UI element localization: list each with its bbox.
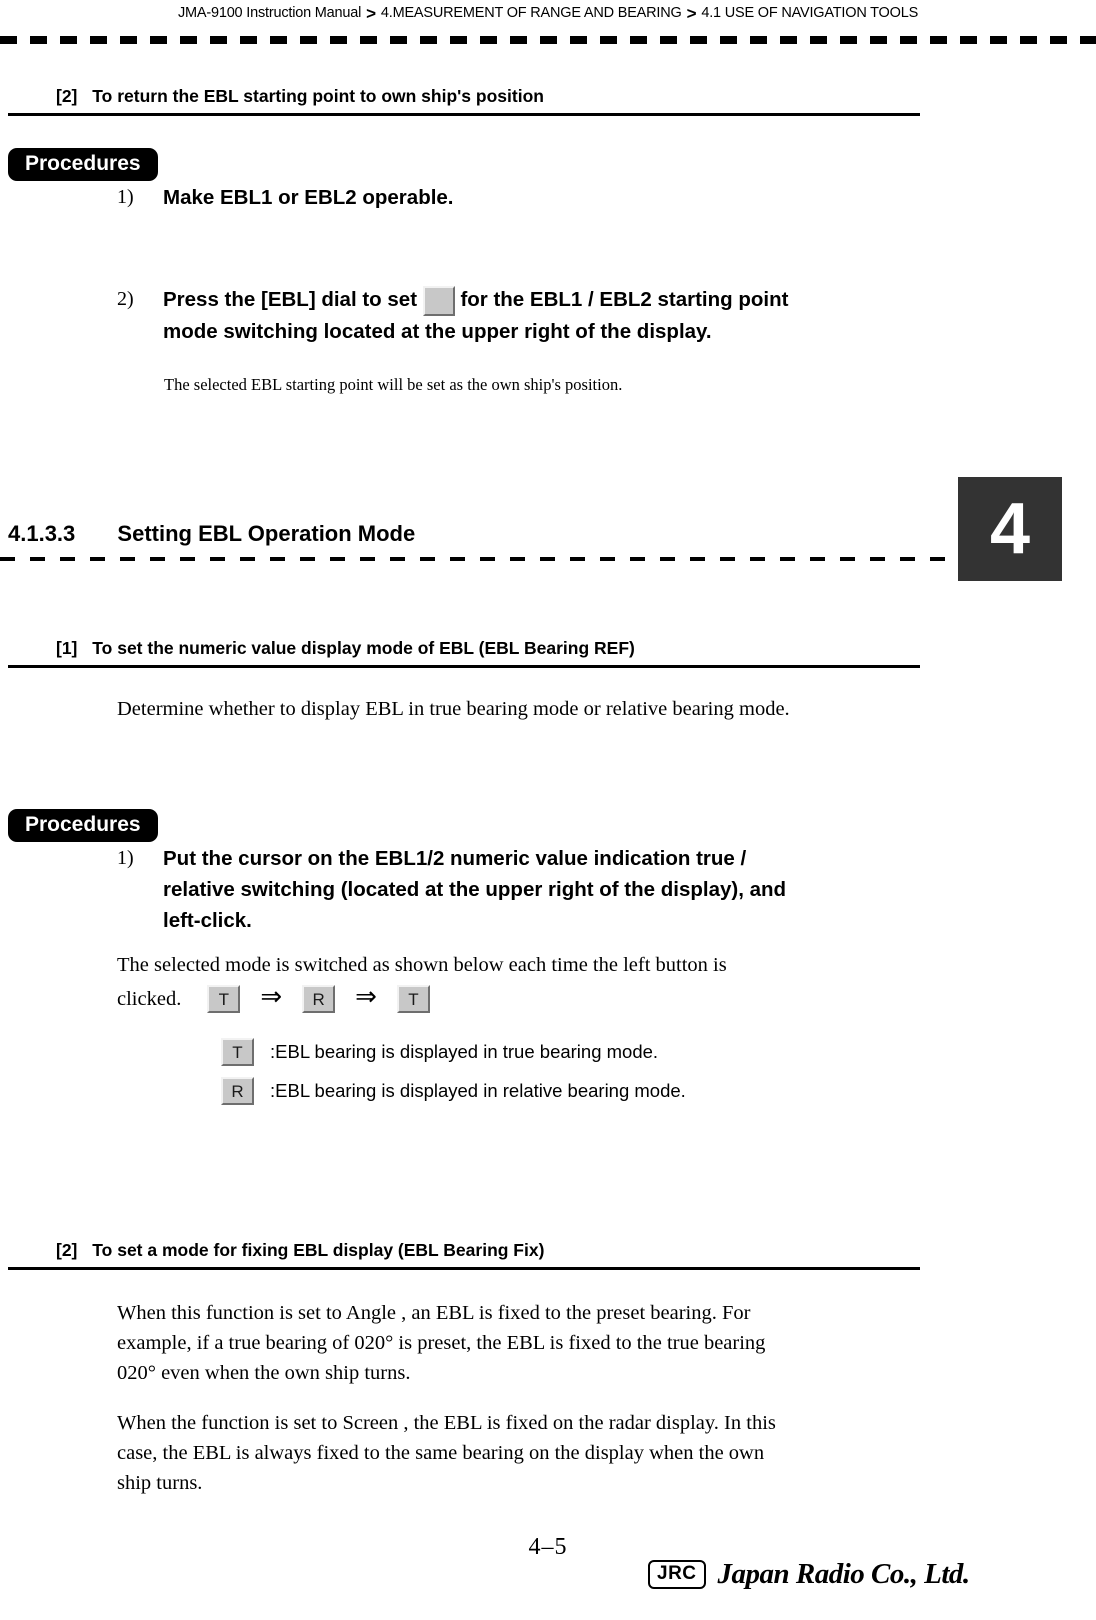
section-heading-title: Setting EBL Operation Mode xyxy=(117,521,416,546)
header-chapter-title: 4.MEASUREMENT OF RANGE AND BEARING xyxy=(380,5,682,21)
jrc-logo-mark: JRC xyxy=(648,1560,706,1589)
paragraph-angle-mode-line1: When this function is set to Angle , an … xyxy=(117,1302,751,1324)
heading-block1-text: To return the EBL starting point to own … xyxy=(92,86,544,106)
heading-block2-number: [1] xyxy=(56,638,78,658)
paragraph-angle-mode-line3: 020° even when the own ship turns. xyxy=(117,1362,411,1384)
header-separator-2: > xyxy=(686,4,697,23)
step-1-block1-text: Make EBL1 or EBL2 operable. xyxy=(163,186,454,209)
step-2-block1-number: 2) xyxy=(117,288,134,310)
section-heading-dashed-rule xyxy=(0,557,950,561)
header-dashed-rule xyxy=(0,36,1096,44)
heading-block3-number: [2] xyxy=(56,1240,78,1260)
legend-relative-button-icon: R xyxy=(221,1077,254,1105)
footer-logo: JRC Japan Radio Co., Ltd. xyxy=(648,1558,970,1591)
legend-row-relative: R :EBL bearing is displayed in relative … xyxy=(221,1077,686,1105)
paragraph-angle-mode: When this function is set to Angle , an … xyxy=(117,1298,937,1388)
heading-block1: [2] To return the EBL starting point to … xyxy=(56,86,544,107)
step-2-block1: 2) Press the [EBL] dial to set for the E… xyxy=(117,284,937,347)
legend-relative-text: :EBL bearing is displayed in relative be… xyxy=(270,1080,686,1101)
explanation-block2-line2: clicked. xyxy=(117,988,182,1010)
heading-block3: [2] To set a mode for fixing EBL display… xyxy=(56,1240,544,1261)
jrc-company-name: Japan Radio Co., Ltd. xyxy=(717,1558,971,1590)
double-arrow-right-icon-2: ⇒ xyxy=(355,982,377,1011)
heading-block3-text: To set a mode for fixing EBL display (EB… xyxy=(92,1240,545,1260)
step-2-text-line2: mode switching located at the upper righ… xyxy=(163,319,712,343)
paragraph-screen-mode: When the function is set to Screen , the… xyxy=(117,1408,947,1498)
mode-switch-sequence: clicked. T ⇒ R ⇒ T xyxy=(117,984,430,1014)
paragraph-screen-mode-line3: ship turns. xyxy=(117,1472,203,1494)
step-1-block2: 1) Put the cursor on the EBL1/2 numeric … xyxy=(117,843,927,936)
step-1-block2-line1: Put the cursor on the EBL1/2 numeric val… xyxy=(163,847,747,870)
paragraph-screen-mode-line1: When the function is set to Screen , the… xyxy=(117,1412,776,1434)
explanation-block2-line1: The selected mode is switched as shown b… xyxy=(117,954,727,976)
heading-block2-rule xyxy=(8,665,920,668)
step-1-block2-number: 1) xyxy=(117,847,134,869)
step-2-text-before: Press the [EBL] dial to set xyxy=(163,288,418,311)
procedures-badge-2: Procedures xyxy=(8,809,158,842)
relative-bearing-button-icon[interactable]: R xyxy=(302,985,336,1013)
step-1-block2-line2: relative switching (located at the upper… xyxy=(163,878,787,901)
header-section-title: 4.1 USE OF NAVIGATION TOOLS xyxy=(701,5,919,21)
step-2-text-after: for the EBL1 / EBL2 starting point xyxy=(460,288,789,311)
heading-block1-rule xyxy=(8,113,920,116)
heading-block3-rule xyxy=(8,1267,920,1270)
section-heading-4133: 4.1.3.3 Setting EBL Operation Mode xyxy=(8,521,415,547)
step-1-block1-number: 1) xyxy=(117,186,134,208)
heading-block2: [1] To set the numeric value display mod… xyxy=(56,638,635,659)
paragraph-angle-mode-line2: example, if a true bearing of 020° is pr… xyxy=(117,1332,766,1354)
intro-block2: Determine whether to display EBL in true… xyxy=(117,698,790,720)
note-block1: The selected EBL starting point will be … xyxy=(164,375,623,394)
heading-block1-number: [2] xyxy=(56,86,78,106)
running-header: JMA-9100 Instruction Manual > 4.MEASUREM… xyxy=(0,0,1096,26)
step-1-block2-line3: left-click. xyxy=(163,909,252,932)
legend-row-true: T :EBL bearing is displayed in true bear… xyxy=(221,1038,658,1066)
header-manual-title: JMA-9100 Instruction Manual xyxy=(177,5,362,21)
chapter-tab: 4 xyxy=(958,477,1062,581)
page-number: 4–5 xyxy=(528,1534,568,1560)
paragraph-screen-mode-line2: case, the EBL is always fixed to the sam… xyxy=(117,1442,765,1464)
header-separator-1: > xyxy=(366,4,376,23)
section-heading-number: 4.1.3.3 xyxy=(8,521,76,546)
step-2-block1-text: Press the [EBL] dial to set for the EBL1… xyxy=(163,284,788,347)
step-1-block2-text: Put the cursor on the EBL1/2 numeric val… xyxy=(163,843,786,936)
double-arrow-right-icon-1: ⇒ xyxy=(260,982,283,1011)
legend-true-button-icon: T xyxy=(221,1038,254,1066)
true-bearing-button-icon[interactable]: T xyxy=(207,985,241,1013)
true-bearing-button-icon-2[interactable]: T xyxy=(396,985,430,1013)
legend-true-text: :EBL bearing is displayed in true bearin… xyxy=(270,1041,659,1062)
ebl-origin-mode-button-icon[interactable] xyxy=(422,285,455,316)
heading-block2-text: To set the numeric value display mode of… xyxy=(92,638,635,658)
procedures-badge-1: Procedures xyxy=(8,148,158,181)
step-1-block1: 1) Make EBL1 or EBL2 operable. xyxy=(117,182,454,213)
